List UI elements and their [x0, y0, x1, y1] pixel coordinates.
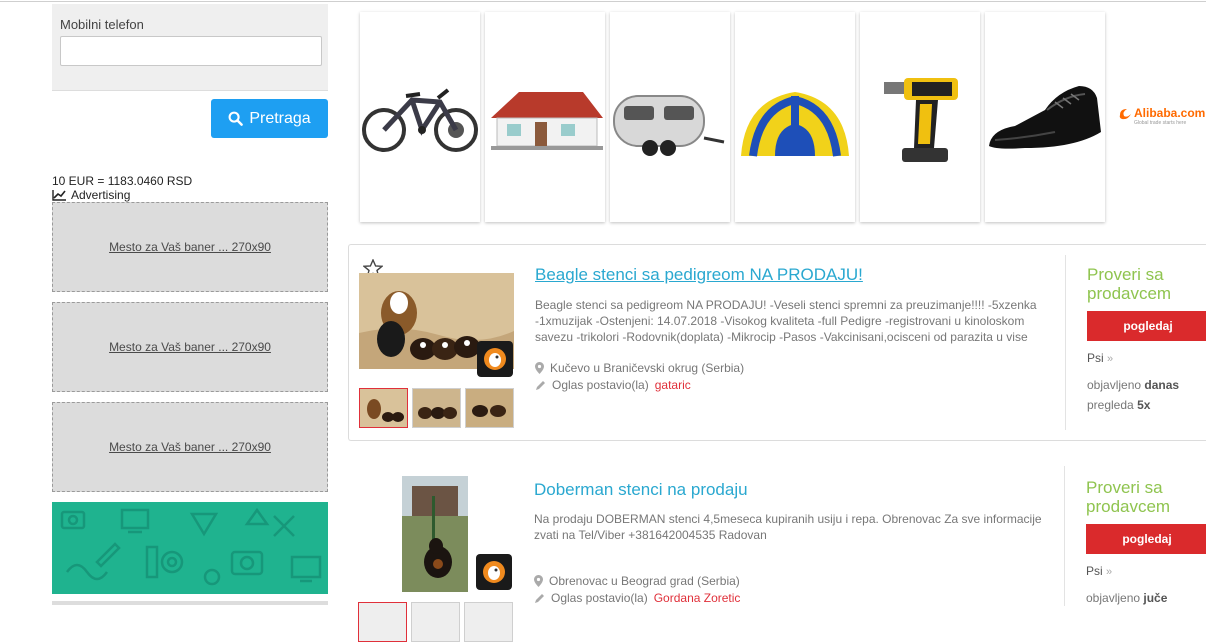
views-info: pregleda 5x — [1087, 395, 1206, 415]
thumbnail-image[interactable] — [411, 602, 460, 642]
ad-banner-slot[interactable]: Mesto za Vaš baner ... 270x90 — [52, 302, 328, 392]
card-divider — [1065, 255, 1066, 430]
category-link[interactable]: Psi » — [1086, 564, 1206, 578]
ad-banner-slot[interactable]: Mesto za Vaš baner ... 270x90 — [52, 402, 328, 492]
alibaba-partner-logo[interactable]: Alibaba.com Global trade starts here — [1118, 106, 1205, 126]
listing-title-link[interactable]: Beagle stenci sa pedigreom NA PRODAJU! — [535, 265, 863, 285]
published-value: danas — [1144, 378, 1180, 392]
bird-logo-icon — [483, 561, 505, 583]
listing-side-panel: Proveri sa prodavcem pogledaj Psi » obja… — [1087, 265, 1206, 415]
thumbnail-strip — [358, 602, 513, 642]
card-divider — [1064, 466, 1065, 606]
thumbnail-image[interactable] — [359, 388, 408, 428]
phone-label: Mobilni telefon — [60, 17, 144, 32]
location-text: Kučevo u Braničevski okrug (Serbia) — [550, 361, 745, 375]
location-text: Obrenovac u Beograd grad (Serbia) — [549, 574, 740, 588]
phone-input[interactable] — [60, 36, 322, 66]
thumbnail-image[interactable] — [412, 388, 461, 428]
phone-filter-box: Mobilni telefon — [52, 4, 328, 91]
category-label[interactable]: Psi — [1086, 564, 1103, 578]
advertising-label: Advertising — [71, 188, 131, 202]
seller-link[interactable]: Gordana Zoretic — [654, 591, 741, 605]
photo-count-badge — [477, 341, 513, 377]
views-value: 5x — [1137, 398, 1151, 412]
product-tile-bicycle[interactable] — [360, 12, 480, 222]
thumbnail-image[interactable] — [465, 388, 514, 428]
banner-strip-bottom — [52, 601, 328, 605]
location-pin-icon — [534, 575, 543, 587]
currency-rate: 10 EUR = 1183.0460 RSD — [52, 174, 193, 188]
contact-seller-label[interactable]: Proveri sa prodavcem — [1087, 265, 1206, 303]
product-tile-leather-shoe[interactable] — [985, 12, 1105, 222]
product-tile-camper-trailer[interactable] — [610, 12, 730, 222]
thumbnail-image[interactable] — [464, 602, 513, 642]
listing-description: Na prodaju DOBERMAN stenci 4,5meseca kup… — [534, 512, 1042, 542]
seller-link[interactable]: gataric — [655, 378, 691, 392]
location-pin-icon — [535, 362, 544, 374]
ad-banner-slot[interactable]: Mesto za Vaš baner ... 270x90 — [52, 202, 328, 292]
bird-logo-icon — [484, 348, 506, 370]
published-label: objavljeno — [1087, 378, 1142, 392]
posted-by-label: Oglas postavio(la) — [551, 591, 648, 605]
listing-card: Doberman stenci na prodaju Na prodaju DO… — [348, 466, 1206, 642]
posted-by-label: Oglas postavio(la) — [552, 378, 649, 392]
pencil-icon — [535, 593, 544, 603]
photo-count-badge — [476, 554, 512, 590]
ad-banner-label[interactable]: Mesto za Vaš baner ... 270x90 — [109, 440, 271, 454]
listing-description: Beagle stenci sa pedigreom NA PRODAJU! -… — [535, 298, 1037, 344]
double-chevron-icon: » — [1106, 566, 1113, 578]
views-label: pregleda — [1087, 398, 1134, 412]
promo-banner-image[interactable] — [52, 502, 328, 594]
search-button[interactable]: Pretraga — [211, 99, 328, 138]
published-info: objavljeno danas — [1087, 375, 1206, 395]
listing-main-photo[interactable] — [402, 476, 468, 592]
double-chevron-icon: » — [1107, 353, 1114, 365]
search-button-label: Pretraga — [249, 109, 311, 127]
listing-poster: Oglas postavio(la) Gordana Zoretic — [534, 591, 740, 605]
published-label: objavljeno — [1086, 591, 1141, 605]
product-tile-inflatable-tent[interactable] — [735, 12, 855, 222]
alibaba-icon — [1119, 109, 1131, 120]
trending-chart-icon — [52, 189, 66, 201]
listing-title-link[interactable]: Doberman stenci na prodaju — [534, 480, 748, 500]
contact-seller-label[interactable]: Proveri sa prodavcem — [1086, 478, 1206, 516]
listing-card: Beagle stenci sa pedigreom NA PRODAJU! B… — [348, 244, 1206, 441]
thumbnail-image[interactable] — [358, 602, 407, 642]
listing-side-panel: Proveri sa prodavcem pogledaj Psi » obja… — [1086, 478, 1206, 608]
published-info: objavljeno juče — [1086, 588, 1206, 608]
category-label[interactable]: Psi — [1087, 351, 1104, 365]
ad-banner-label[interactable]: Mesto za Vaš baner ... 270x90 — [109, 240, 271, 254]
listing-location: Kučevo u Braničevski okrug (Serbia) — [535, 361, 744, 375]
published-value: juče — [1143, 591, 1168, 605]
advertising-link[interactable]: Advertising — [52, 188, 130, 202]
top-divider — [0, 1, 1206, 2]
ad-banner-label[interactable]: Mesto za Vaš baner ... 270x90 — [109, 340, 271, 354]
product-tile-impact-drill[interactable] — [860, 12, 980, 222]
alibaba-tagline: Global trade starts here — [1134, 120, 1187, 126]
view-button[interactable]: pogledaj — [1086, 524, 1206, 554]
view-button[interactable]: pogledaj — [1087, 311, 1206, 341]
thumbnail-strip — [359, 388, 514, 428]
pencil-icon — [536, 380, 545, 390]
product-tile-prefab-house[interactable] — [485, 12, 605, 222]
listing-location: Obrenovac u Beograd grad (Serbia) — [534, 574, 740, 588]
listing-poster: Oglas postavio(la) gataric — [535, 378, 691, 392]
alibaba-logo-text: Alibaba.com — [1134, 106, 1206, 120]
category-link[interactable]: Psi » — [1087, 351, 1206, 365]
search-icon — [228, 111, 244, 126]
